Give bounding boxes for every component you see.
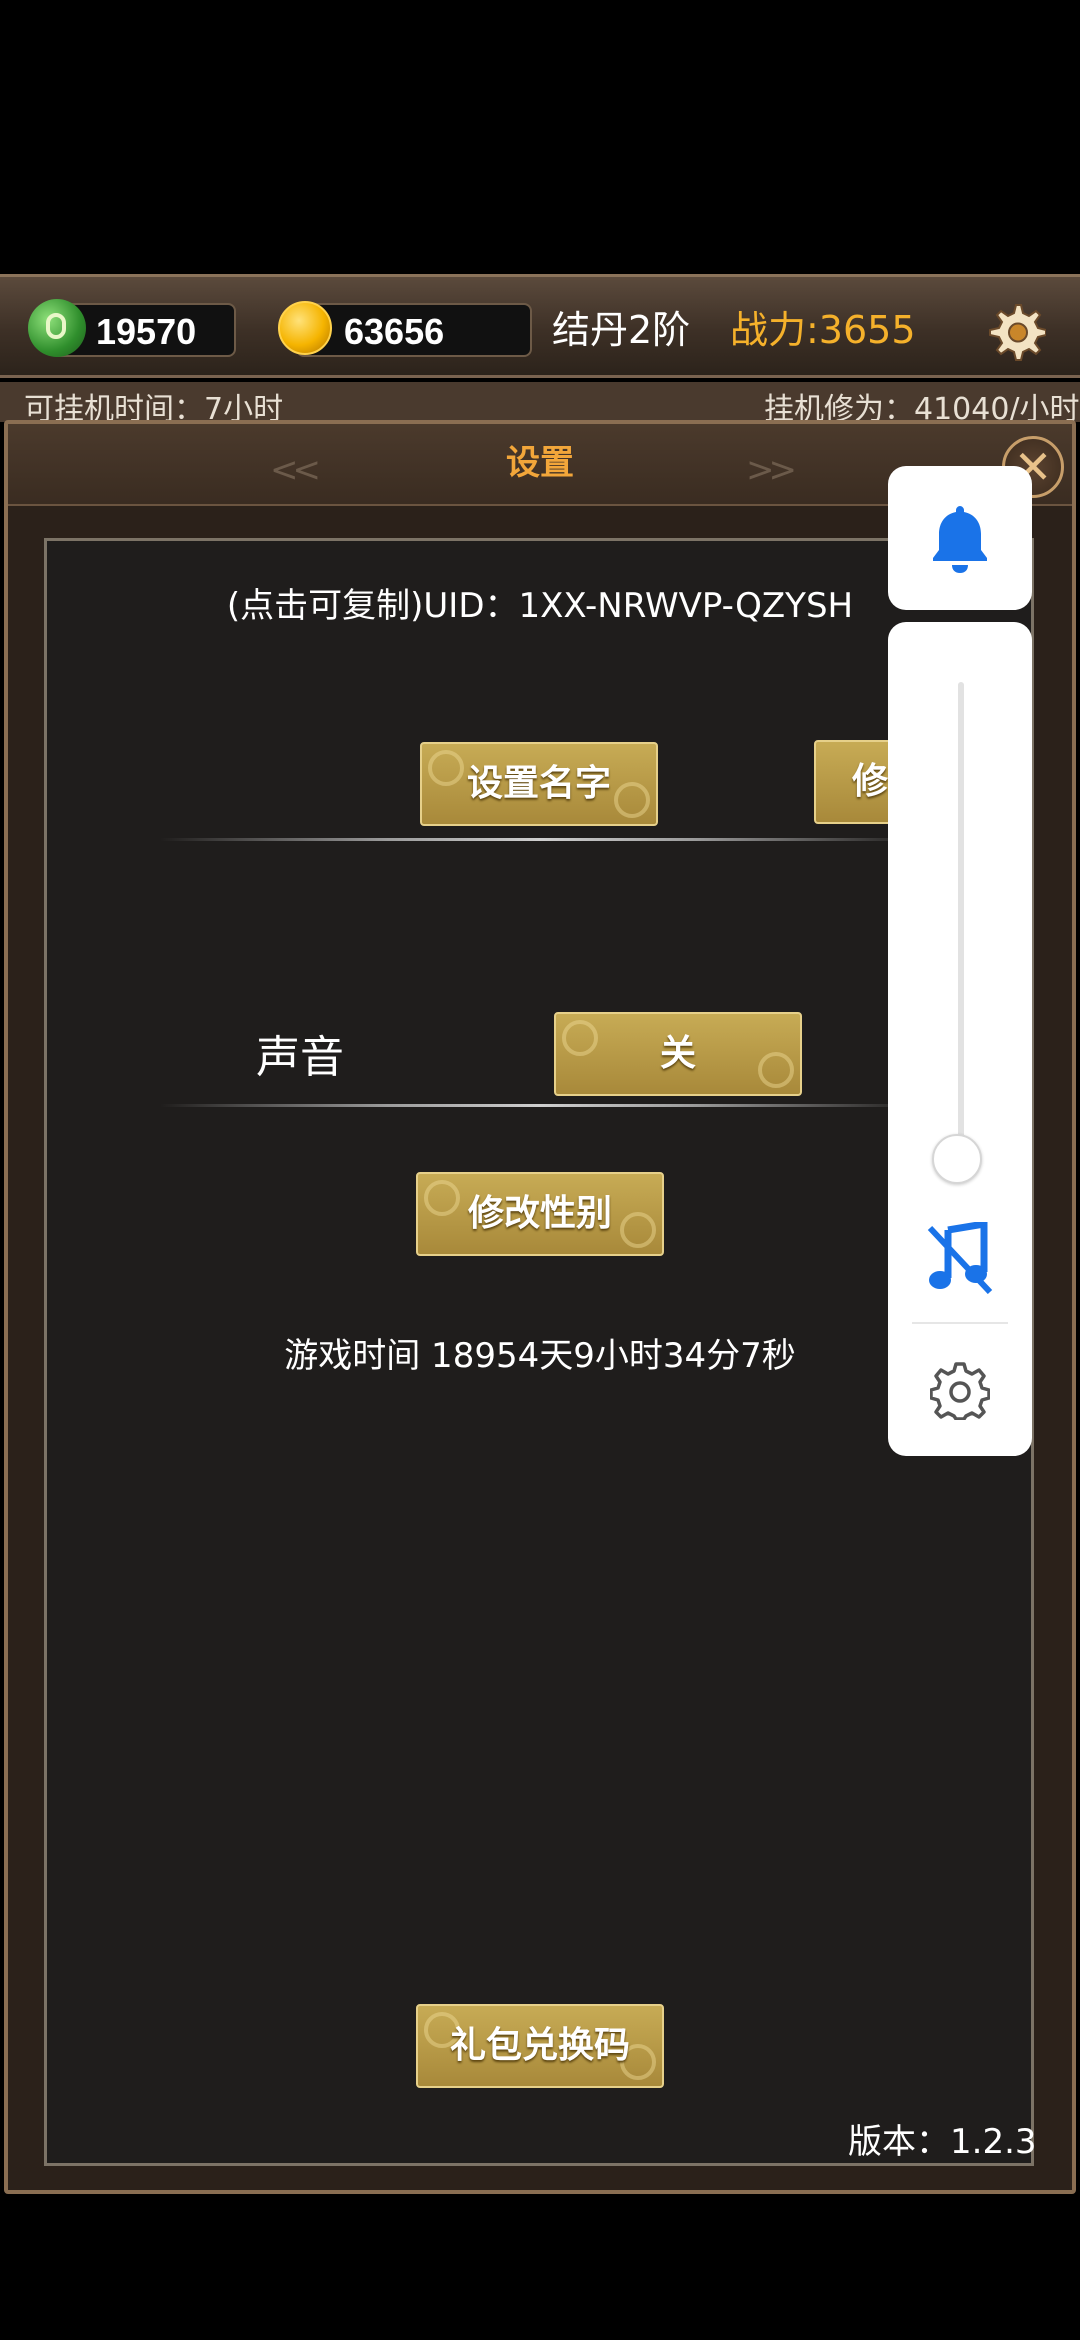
partial-edit-label: 修: [852, 761, 889, 802]
volume-slider-track[interactable]: [958, 682, 964, 1162]
music-off-icon[interactable]: [926, 1222, 994, 1294]
jade-icon: [28, 299, 86, 357]
title-decoration-right: >>: [746, 450, 797, 490]
gold-amount: 63656: [344, 311, 445, 352]
gift-code-button[interactable]: 礼包兑换码: [416, 2004, 664, 2088]
separator: [160, 838, 920, 841]
change-gender-button[interactable]: 修改性别: [416, 1172, 664, 1256]
settings-gear-icon[interactable]: [930, 1360, 990, 1420]
version-text: 版本：1.2.3: [848, 2122, 1037, 2162]
sound-toggle-button[interactable]: 关: [554, 1012, 802, 1096]
volume-divider: [912, 1322, 1008, 1324]
separator: [160, 1104, 920, 1107]
jade-amount: 19570: [96, 311, 197, 352]
bell-icon: [933, 506, 987, 573]
resource-bar: 19570 63656 结丹2阶 战力:3655: [0, 274, 1080, 378]
set-name-label: 设置名字: [466, 763, 611, 804]
sound-label: 声音: [256, 1032, 344, 1083]
settings-gear-icon[interactable]: [986, 301, 1047, 361]
combat-power: 战力:3655: [730, 308, 916, 352]
sound-toggle-label: 关: [659, 1033, 696, 1074]
gift-code-label: 礼包兑换码: [449, 2025, 630, 2066]
gold-coin-icon: [278, 301, 332, 355]
realm-level: 结丹2阶: [552, 308, 691, 352]
idle-info-strip: 可挂机时间：7小时 挂机修为：41040/小时: [0, 382, 1080, 422]
idle-time-text: 可挂机时间：7小时: [24, 392, 284, 422]
change-gender-label: 修改性别: [467, 1193, 612, 1234]
volume-slider-knob[interactable]: [932, 1134, 982, 1184]
set-name-button[interactable]: 设置名字: [420, 742, 658, 826]
ringer-mode-card[interactable]: [888, 466, 1032, 610]
idle-cultivation-text: 挂机修为：41040/小时: [764, 392, 1080, 422]
